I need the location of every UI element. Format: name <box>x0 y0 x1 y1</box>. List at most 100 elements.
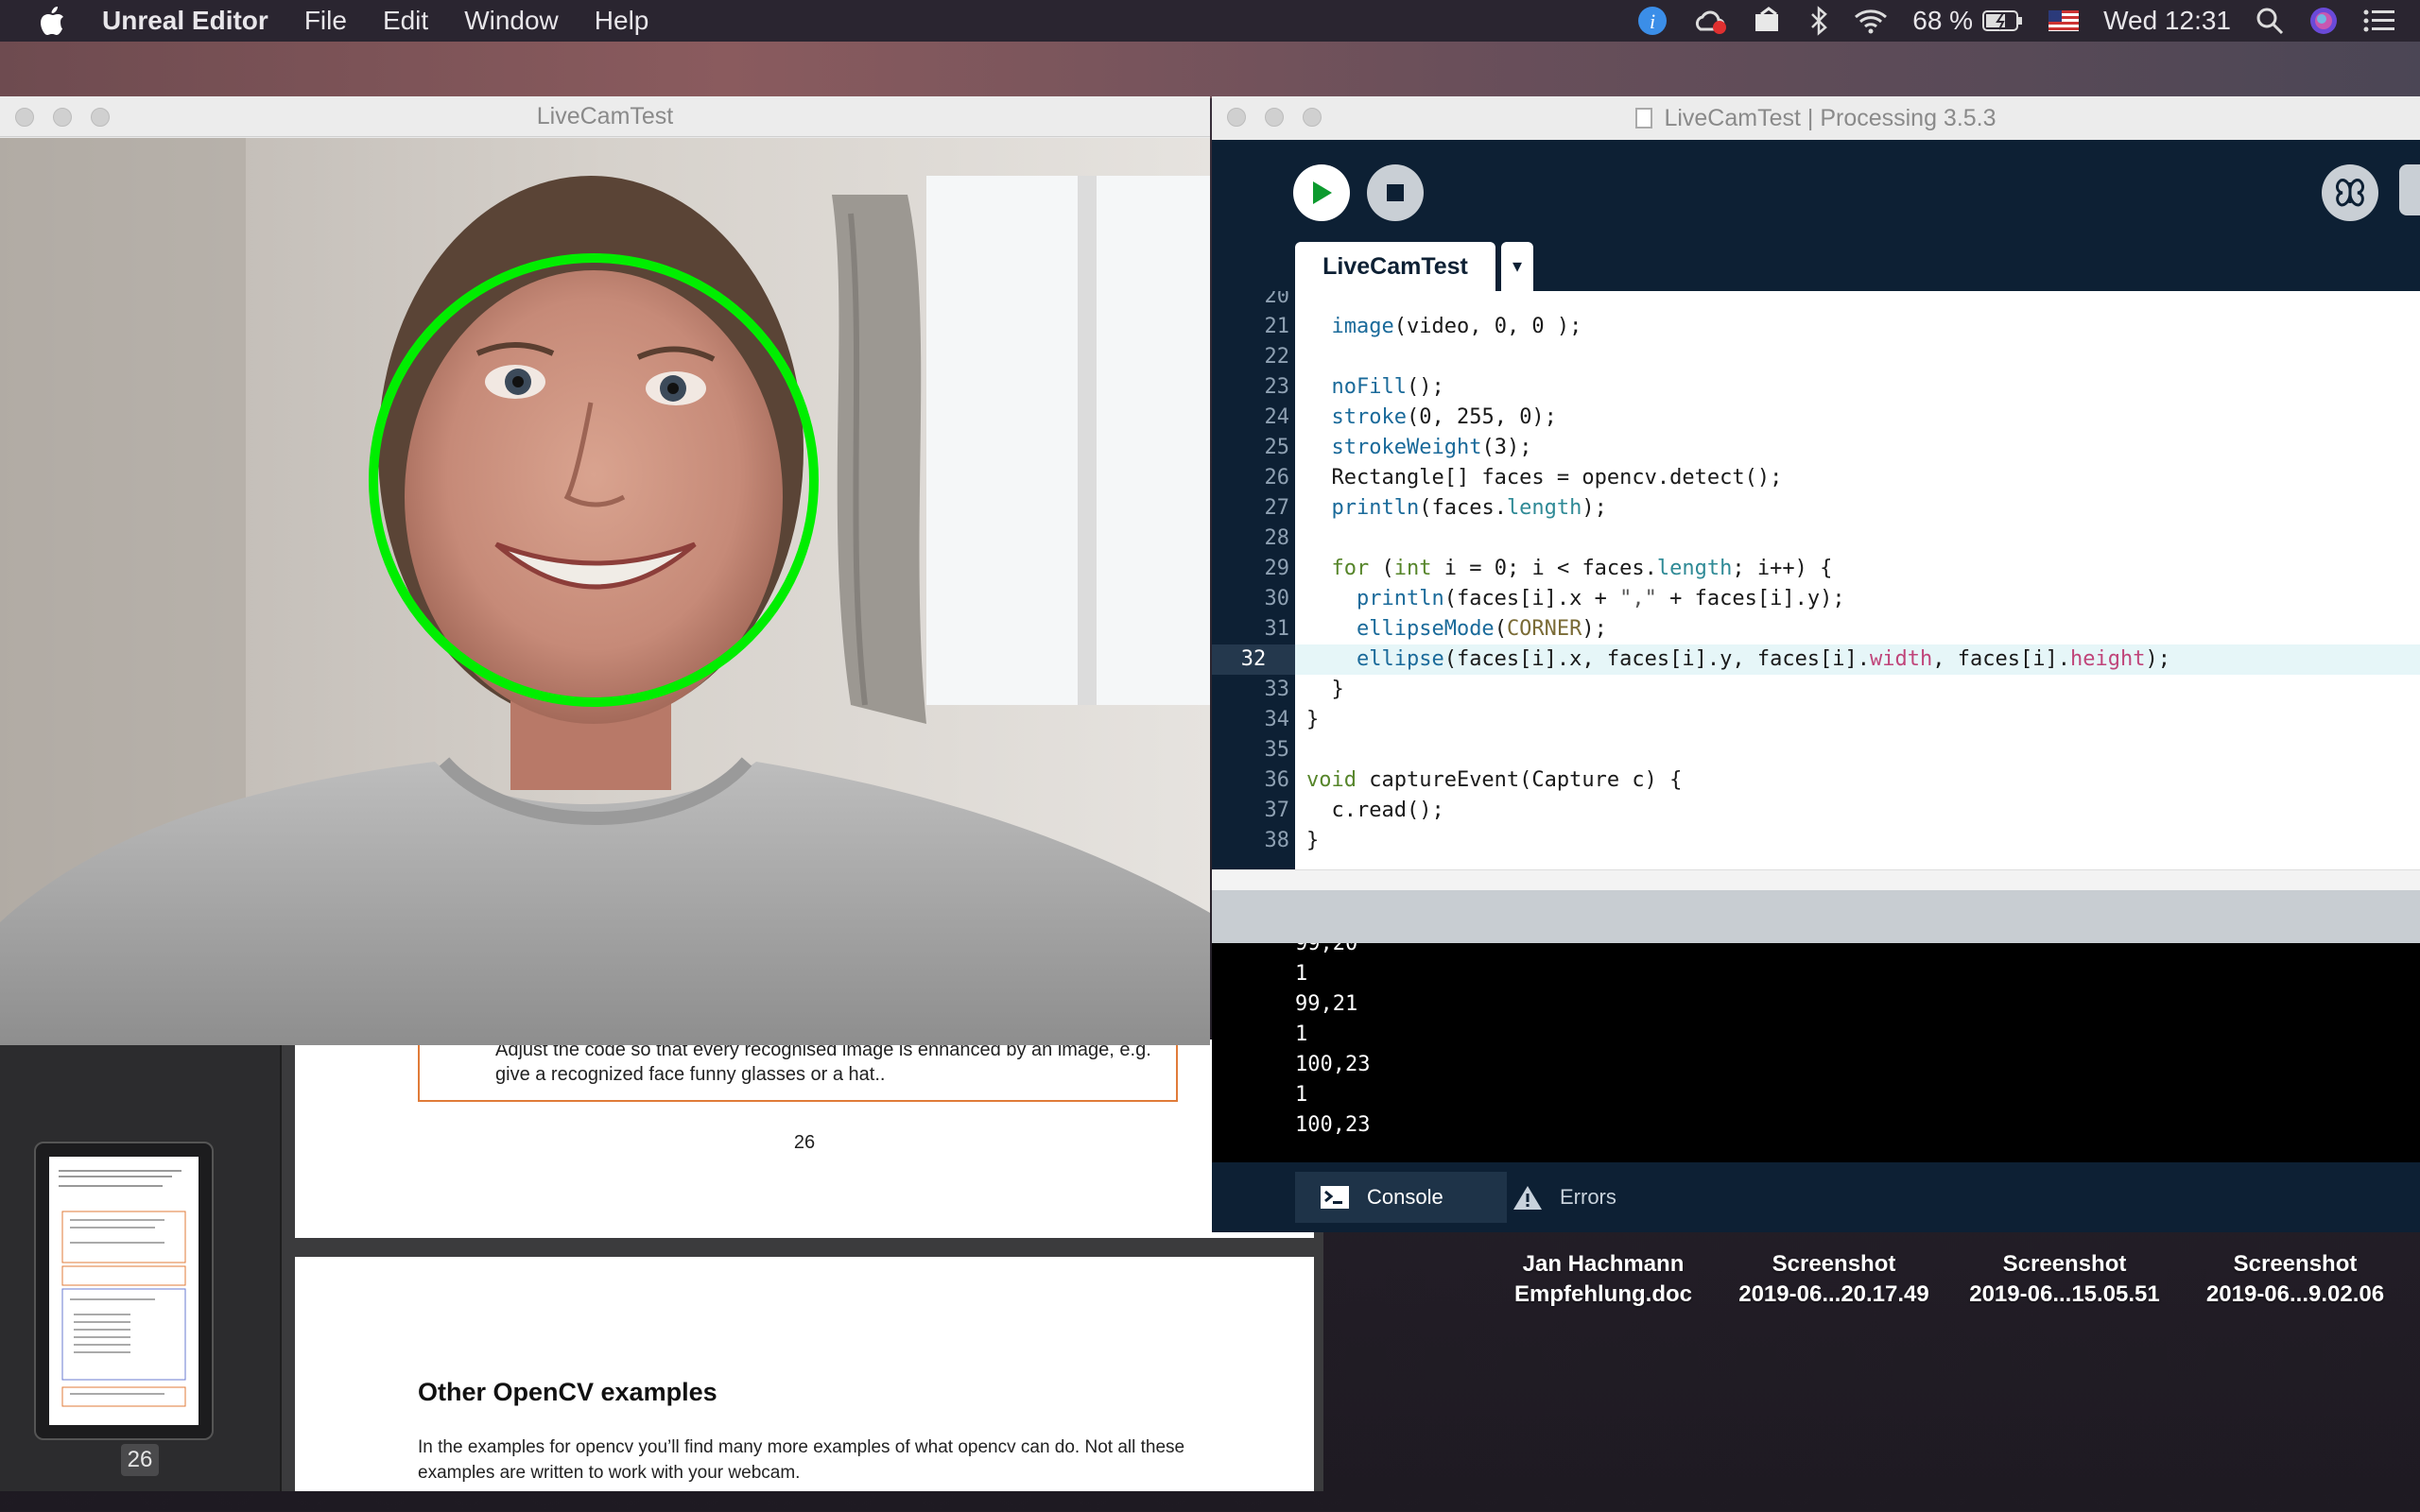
mode-selector-button[interactable] <box>2322 164 2378 221</box>
console-tab-bar: Console Errors <box>1212 1162 2420 1232</box>
notification-sync-icon[interactable] <box>1752 7 1784 35</box>
code-line[interactable]: 37 c.read(); <box>1212 796 2420 826</box>
code-line[interactable]: 27 println(faces.length); <box>1212 493 2420 524</box>
stop-button[interactable] <box>1367 164 1424 221</box>
minimize-button[interactable] <box>1265 108 1284 127</box>
code-text[interactable]: } <box>1306 705 1319 735</box>
window-title: LiveCamTest <box>536 102 674 129</box>
tab-console[interactable]: Console <box>1295 1172 1507 1223</box>
battery-icon[interactable] <box>1982 9 2024 32</box>
bluetooth-icon[interactable] <box>1808 6 1829 36</box>
code-line[interactable]: 28 <box>1212 524 2420 554</box>
code-line[interactable]: 29 for (int i = 0; i < faces.length; i++… <box>1212 554 2420 584</box>
code-line[interactable]: 32 ellipse(faces[i].x, faces[i].y, faces… <box>1212 644 2420 675</box>
menu-window[interactable]: Window <box>464 6 559 36</box>
terminal-icon <box>1321 1186 1349 1209</box>
code-text[interactable]: noFill(); <box>1306 372 1444 403</box>
code-text[interactable]: void captureEvent(Capture c) { <box>1306 765 1682 796</box>
code-line[interactable]: 38} <box>1212 826 2420 856</box>
console-line: 99,20 <box>1295 943 1358 955</box>
code-line[interactable]: 33 } <box>1212 675 2420 705</box>
window-titlebar[interactable]: LiveCamTest | Processing 3.5.3 <box>1212 96 2420 141</box>
processing-ide-window: LiveCamTest | Processing 3.5.3 LiveCamTe… <box>1212 96 2420 1232</box>
code-text[interactable]: image(video, 0, 0 ); <box>1306 312 1582 342</box>
play-icon <box>1313 181 1332 204</box>
console-tab-label: Console <box>1367 1185 1443 1209</box>
apple-menu-icon[interactable] <box>38 5 76 37</box>
tab-livecamtest[interactable]: LiveCamTest <box>1295 242 1495 291</box>
line-number: 24 <box>1264 405 1290 429</box>
clock[interactable]: Wed 12:31 <box>2103 6 2231 36</box>
us-flag-input-icon[interactable] <box>2048 10 2080 31</box>
window-controls <box>1227 108 1340 127</box>
file-name-line2: Empfehlung.doc <box>1514 1281 1692 1307</box>
code-line[interactable]: 36 void captureEvent(Capture c) { <box>1212 765 2420 796</box>
code-text[interactable]: c.read(); <box>1306 796 1443 826</box>
debug-button-partial[interactable] <box>2399 164 2420 215</box>
line-number: 25 <box>1264 436 1290 459</box>
desktop-file-label[interactable]: Screenshot 2019-06...20.17.49 <box>1720 1249 1947 1310</box>
thumbnail-page-preview <box>49 1157 199 1425</box>
run-button[interactable] <box>1293 164 1350 221</box>
tab-menu-dropdown[interactable]: ▾ <box>1501 242 1533 291</box>
code-line[interactable]: 24 stroke(0, 255, 0); <box>1212 403 2420 433</box>
line-number: 29 <box>1264 557 1290 580</box>
code-text[interactable]: ellipseMode(CORNER); <box>1306 614 1607 644</box>
siri-icon[interactable] <box>2308 6 2339 36</box>
zoom-button[interactable] <box>91 108 110 127</box>
desktop-file-label[interactable]: Screenshot 2019-06...9.02.06 <box>2182 1249 2409 1310</box>
code-line[interactable]: 34} <box>1212 705 2420 735</box>
code-text[interactable]: } <box>1306 826 1319 856</box>
line-number: 38 <box>1264 829 1290 852</box>
status-bar <box>1212 890 2420 943</box>
menu-edit[interactable]: Edit <box>383 6 428 36</box>
info-icon[interactable]: i <box>1636 5 1668 37</box>
code-line[interactable]: 26 Rectangle[] faces = opencv.detect(); <box>1212 463 2420 493</box>
close-button[interactable] <box>15 108 34 127</box>
code-text[interactable]: } <box>1306 675 1343 705</box>
tab-errors[interactable]: Errors <box>1488 1172 1673 1223</box>
warning-icon <box>1513 1186 1542 1210</box>
console-output[interactable]: 99,20 1 99,21 1 100,23 1 100,23 <box>1212 943 2420 1162</box>
code-line[interactable]: 31 ellipseMode(CORNER); <box>1212 614 2420 644</box>
code-text[interactable]: for (int i = 0; i < faces.length; i++) { <box>1306 554 1833 584</box>
code-editor[interactable]: 20 21 image(video, 0, 0 ); 22 23 noFill(); 2… <box>1212 291 2420 869</box>
code-line[interactable]: 21 image(video, 0, 0 ); <box>1212 312 2420 342</box>
notification-center-icon[interactable] <box>2363 9 2395 33</box>
section-paragraph: In the examples for opencv you’ll find m… <box>418 1437 1185 1483</box>
menu-bar: Unreal Editor File Edit Window Help i 68… <box>0 0 2420 42</box>
menu-help[interactable]: Help <box>595 6 649 36</box>
desktop-file-label[interactable]: Jan Hachmann Empfehlung.doc <box>1490 1249 1717 1310</box>
code-text[interactable]: println(faces[i].x + "," + faces[i].y); <box>1306 584 1845 614</box>
creative-cloud-icon[interactable] <box>1693 7 1727 35</box>
app-menu-unreal-editor[interactable]: Unreal Editor <box>102 6 268 36</box>
menu-file[interactable]: File <box>304 6 347 36</box>
code-line[interactable]: 20 <box>1212 291 2420 312</box>
battery-percentage[interactable]: 68 % <box>1912 6 1973 36</box>
close-button[interactable] <box>1227 108 1246 127</box>
window-controls <box>15 108 129 127</box>
desktop-file-label[interactable]: Screenshot 2019-06...15.05.51 <box>1951 1249 2178 1310</box>
code-line[interactable]: 25 strokeWeight(3); <box>1212 433 2420 463</box>
zoom-button[interactable] <box>1303 108 1322 127</box>
code-line[interactable]: 22 <box>1212 342 2420 372</box>
code-text[interactable]: Rectangle[] faces = opencv.detect(); <box>1306 463 1782 493</box>
line-number: 20 <box>1264 291 1290 308</box>
spotlight-search-icon[interactable] <box>2256 7 2284 35</box>
code-line[interactable]: 23 noFill(); <box>1212 372 2420 403</box>
console-line: 1 <box>1295 1083 1308 1107</box>
minimize-button[interactable] <box>53 108 72 127</box>
window-titlebar[interactable]: LiveCamTest <box>0 96 1210 137</box>
code-text[interactable]: ellipse(faces[i].x, faces[i].y, faces[i]… <box>1306 644 2170 675</box>
code-line[interactable]: 35 <box>1212 735 2420 765</box>
line-number: 26 <box>1264 466 1290 490</box>
code-line[interactable]: 30 println(faces[i].x + "," + faces[i].y… <box>1212 584 2420 614</box>
code-text[interactable]: strokeWeight(3); <box>1306 433 1532 463</box>
page-thumbnail[interactable] <box>34 1142 214 1440</box>
errors-tab-label: Errors <box>1560 1185 1616 1209</box>
code-text[interactable]: println(faces.length); <box>1306 493 1607 524</box>
thumbnail-sidebar: 26 <box>0 1040 282 1491</box>
code-text[interactable]: stroke(0, 255, 0); <box>1306 403 1557 433</box>
wifi-icon[interactable] <box>1854 8 1888 34</box>
line-number: 30 <box>1264 587 1290 610</box>
